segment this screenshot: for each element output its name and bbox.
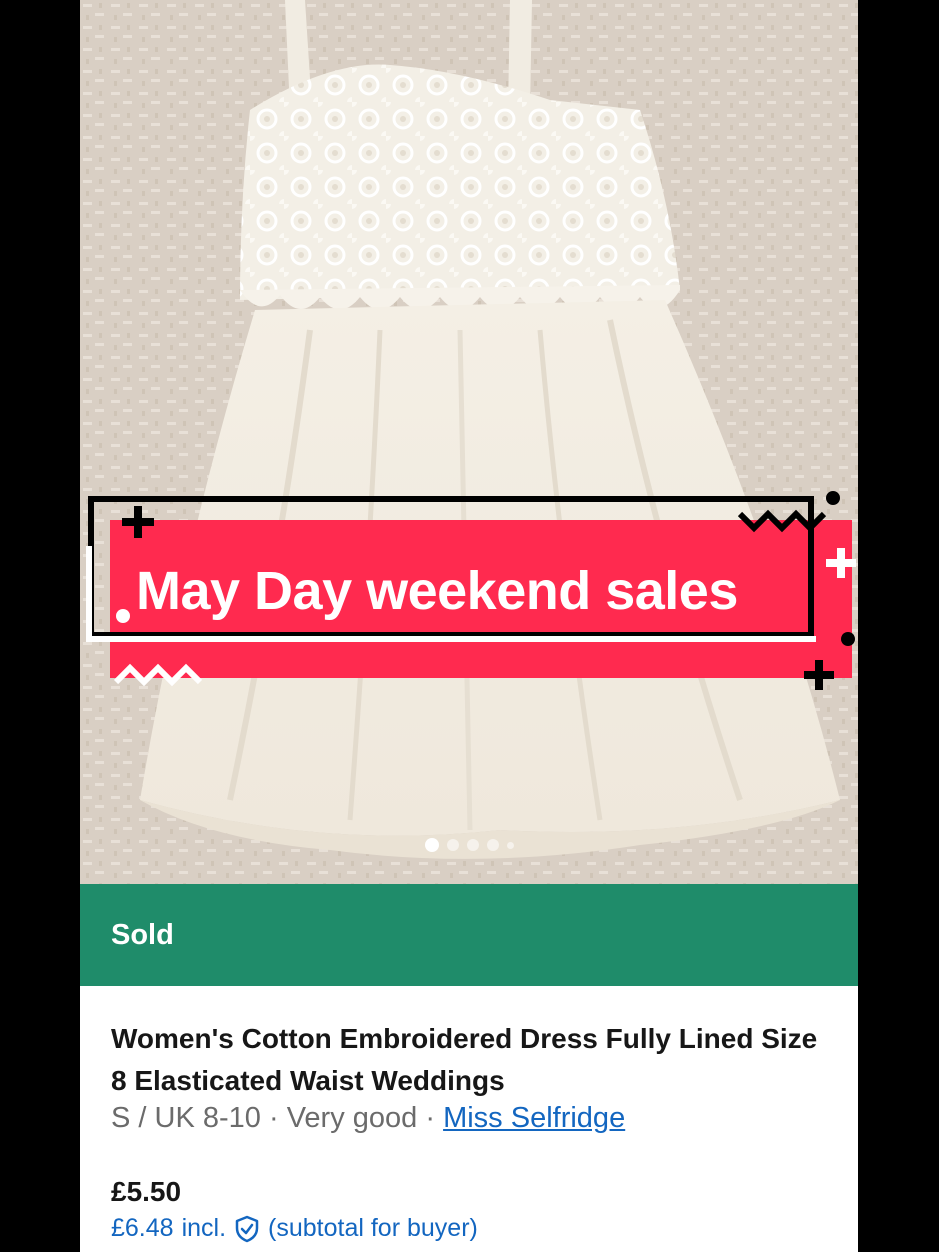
brand-link[interactable]: Miss Selfridge	[443, 1102, 625, 1134]
size-label: S / UK 8-10	[111, 1102, 261, 1134]
gallery-dot[interactable]	[466, 839, 479, 851]
buyer-price-row[interactable]: £6.48 incl. (subtotal for buyer)	[111, 1214, 478, 1243]
zigzag-icon	[738, 509, 826, 533]
status-label: Sold	[111, 918, 174, 951]
gallery-dot[interactable]	[506, 841, 514, 849]
listing-info: Women's Cotton Embroidered Dress Fully L…	[80, 986, 858, 1252]
dot-icon	[841, 632, 855, 646]
promo-banner: May Day weekend sales	[80, 488, 860, 698]
gallery-dots[interactable]	[80, 838, 858, 852]
meta-separator: ·	[260, 1102, 287, 1134]
meta-separator: ·	[417, 1102, 444, 1134]
gallery-dot[interactable]	[424, 838, 439, 852]
screen: May Day weekend sales Sold Women's Cotto…	[0, 0, 939, 1252]
dress-image	[80, 0, 858, 884]
buyer-price-note: (subtotal for buyer)	[268, 1214, 478, 1242]
condition-label: Very good	[286, 1102, 418, 1134]
zigzag-icon	[114, 663, 202, 687]
listing-title: Women's Cotton Embroidered Dress Fully L…	[111, 1023, 818, 1096]
product-photo[interactable]	[80, 0, 858, 884]
sold-status-bar: Sold	[80, 884, 858, 986]
listing-meta: S / UK 8-10 · Very good · Miss Selfridge	[111, 1102, 625, 1135]
plus-icon	[826, 548, 856, 578]
buyer-price-incl: incl.	[181, 1214, 227, 1242]
gallery-dot[interactable]	[486, 839, 499, 851]
gallery-dot[interactable]	[446, 839, 459, 851]
buyer-price: £6.48	[111, 1214, 174, 1242]
item-price: £5.50	[111, 1176, 182, 1207]
dot-icon	[826, 491, 840, 505]
dot-icon	[116, 609, 130, 623]
banner-title: May Day weekend sales	[136, 561, 738, 621]
plus-icon	[804, 660, 834, 690]
plus-icon	[122, 506, 154, 538]
shield-check-icon	[235, 1215, 259, 1242]
